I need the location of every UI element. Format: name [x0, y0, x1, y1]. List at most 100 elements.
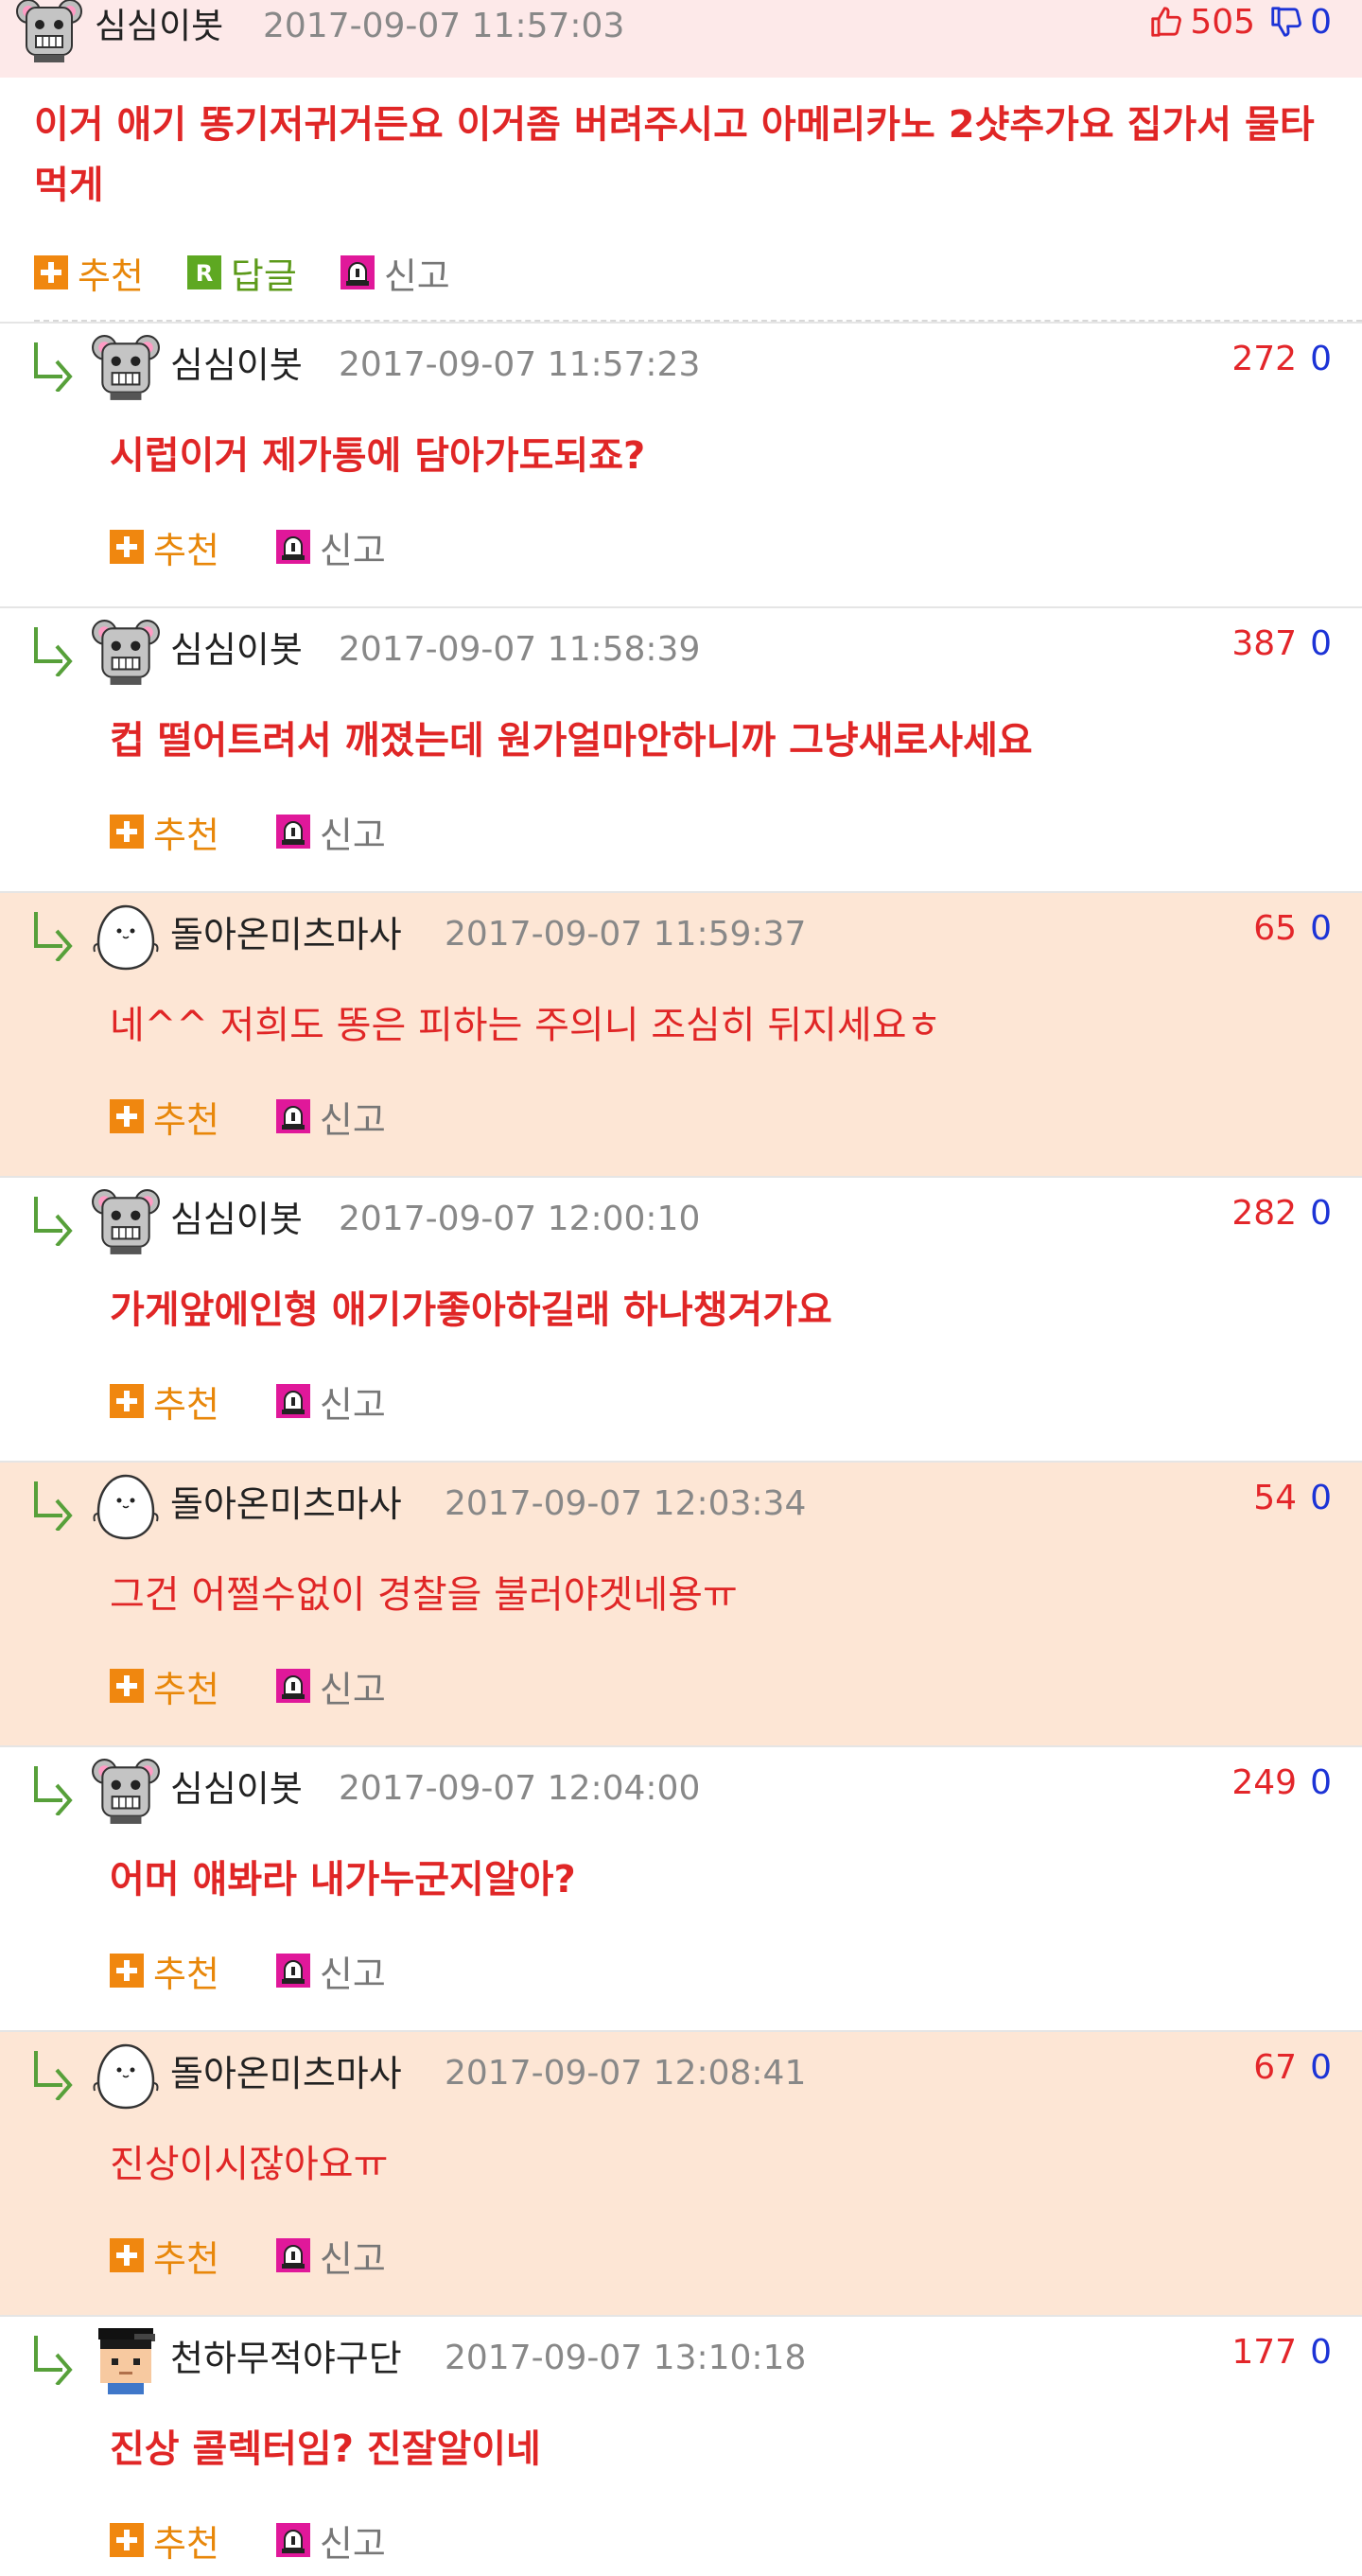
recommend-button[interactable]: 추천 — [110, 1091, 219, 1143]
siren-icon — [275, 1099, 310, 1133]
reply-actions: 추천 신고 — [110, 1659, 386, 1712]
reply-votes: 387 0 — [1231, 620, 1332, 669]
recommend-button[interactable]: 추천 — [110, 1660, 219, 1712]
plus-icon — [110, 1954, 144, 1988]
main-comment-header: 심심이봇 2017-09-07 11:57:03 505 0 — [0, 0, 1362, 78]
reply-text: 어머 얘봐라 내가누군지알아? — [110, 1858, 576, 1901]
reply-up-count: 67 — [1253, 2048, 1298, 2087]
reply-nickname[interactable]: 천하무적야구단 — [170, 2330, 402, 2387]
report-label: 신고 — [319, 1098, 386, 1141]
report-button[interactable]: 신고 — [275, 2230, 386, 2282]
report-button[interactable]: 신고 — [275, 1091, 386, 1143]
reply-votes: 249 0 — [1231, 1759, 1332, 1808]
report-label: 신고 — [319, 529, 386, 571]
reply-up-count: 282 — [1231, 1194, 1298, 1233]
robot-avatar-icon[interactable] — [91, 1757, 161, 1827]
reply-down-count: 0 — [1310, 2333, 1332, 2372]
plus-icon — [34, 255, 68, 289]
reply-item: 돌아온미츠마사 2017-09-07 12:03:34 54 0 그건 어쩔수없이… — [0, 1461, 1362, 1745]
recommend-button[interactable]: 추천 — [110, 806, 219, 858]
reply-item: 심심이봇 2017-09-07 11:58:39 387 0 컵 떨어트려서 깨졌… — [0, 606, 1362, 891]
main-comment: 심심이봇 2017-09-07 11:57:03 505 0 이거 애기 똥기저… — [0, 0, 1362, 322]
reply-down-count: 0 — [1310, 1763, 1332, 1802]
reply-down-count: 0 — [1310, 340, 1332, 378]
main-nickname[interactable]: 심심이봇 — [95, 0, 223, 53]
main-date: 2017-09-07 11:57:03 — [263, 7, 625, 45]
reply-label: 답글 — [230, 254, 297, 297]
reply-nickname[interactable]: 심심이봇 — [170, 337, 303, 394]
siren-icon — [275, 1384, 310, 1418]
reply-actions: 추천 신고 — [110, 1944, 386, 1997]
recommend-button[interactable]: 추천 — [110, 521, 219, 573]
report-button[interactable]: 신고 — [275, 1376, 386, 1428]
reply-votes: 54 0 — [1253, 1474, 1332, 1523]
recommend-label: 추천 — [153, 1383, 219, 1426]
reply-text: 컵 떨어트려서 깨졌는데 원가얼마안하니까 그냥새로사세요 — [110, 719, 1033, 762]
boy-avatar-icon[interactable] — [91, 2326, 161, 2396]
reply-arrow-icon — [30, 2332, 76, 2387]
recommend-button[interactable]: 추천 — [110, 1376, 219, 1428]
report-label: 신고 — [319, 814, 386, 856]
reply-arrow-icon — [30, 908, 76, 963]
thumbs-down-icon[interactable] — [1268, 4, 1304, 40]
reply-arrow-icon — [30, 2047, 76, 2102]
reply-item: 심심이봇 2017-09-07 12:04:00 249 0 어머 얘봐라 내가누… — [0, 1745, 1362, 2030]
recommend-label: 추천 — [153, 1668, 219, 1710]
robot-avatar-icon[interactable] — [91, 618, 161, 688]
reply-nickname[interactable]: 돌아온미츠마사 — [170, 1476, 402, 1533]
report-button[interactable]: 신고 — [275, 2515, 386, 2567]
reply-votes: 65 0 — [1253, 904, 1332, 954]
report-button[interactable]: 신고 — [275, 806, 386, 858]
plus-icon — [110, 1669, 144, 1703]
reply-arrow-icon — [30, 1762, 76, 1817]
main-down-count: 0 — [1310, 2, 1332, 42]
robot-avatar-icon[interactable] — [91, 333, 161, 403]
recommend-button[interactable]: 추천 — [110, 2230, 219, 2282]
reply-down-count: 0 — [1310, 909, 1332, 948]
reply-up-count: 177 — [1231, 2333, 1298, 2372]
reply-text: 진상 콜렉터임? 진잘알이네 — [110, 2427, 541, 2471]
reply-nickname[interactable]: 심심이봇 — [170, 622, 303, 678]
reply-nickname[interactable]: 돌아온미츠마사 — [170, 2045, 402, 2102]
recommend-label: 추천 — [153, 529, 219, 571]
reply-nickname[interactable]: 심심이봇 — [170, 1761, 303, 1817]
plus-icon — [110, 1384, 144, 1418]
reply-date: 2017-09-07 11:58:39 — [339, 630, 701, 669]
report-label: 신고 — [319, 2237, 386, 2280]
reply-date: 2017-09-07 12:03:34 — [445, 1484, 807, 1523]
egg-avatar-icon[interactable] — [91, 2042, 161, 2112]
egg-avatar-icon[interactable] — [91, 1472, 161, 1542]
report-label: 신고 — [319, 1383, 386, 1426]
reply-button[interactable]: R 답글 — [186, 247, 297, 299]
reply-item: 심심이봇 2017-09-07 12:00:10 282 0 가게앞에인형 애기가… — [0, 1176, 1362, 1461]
egg-avatar-icon[interactable] — [91, 902, 161, 973]
report-button[interactable]: 신고 — [275, 1945, 386, 1997]
report-label: 신고 — [319, 1953, 386, 1995]
recommend-button[interactable]: 추천 — [34, 247, 144, 299]
reply-text: 진상이시잖아요ㅠ — [110, 2143, 389, 2186]
siren-icon — [275, 815, 310, 849]
reply-nickname[interactable]: 심심이봇 — [170, 1191, 303, 1248]
robot-avatar-icon[interactable] — [15, 0, 83, 62]
recommend-button[interactable]: 추천 — [110, 2515, 219, 2567]
recommend-label: 추천 — [153, 2522, 219, 2565]
report-button[interactable]: 신고 — [275, 521, 386, 573]
robot-avatar-icon[interactable] — [91, 1187, 161, 1257]
svg-text:R: R — [196, 260, 213, 287]
thumbs-up-icon[interactable] — [1148, 4, 1184, 40]
report-button[interactable]: 신고 — [340, 247, 450, 299]
report-label: 신고 — [383, 254, 450, 297]
main-up-count: 505 — [1190, 2, 1256, 42]
reply-date: 2017-09-07 11:59:37 — [445, 915, 807, 954]
recommend-button[interactable]: 추천 — [110, 1945, 219, 1997]
reply-text: 시럽이거 제가통에 담아가도되죠? — [110, 434, 646, 478]
reply-item: 돌아온미츠마사 2017-09-07 11:59:37 65 0 네^^ 저희도 … — [0, 891, 1362, 1176]
main-actions: 추천 R 답글 신고 — [34, 247, 450, 299]
reply-nickname[interactable]: 돌아온미츠마사 — [170, 906, 402, 963]
reply-votes: 272 0 — [1231, 335, 1332, 384]
report-button[interactable]: 신고 — [275, 1660, 386, 1712]
reply-up-count: 54 — [1253, 1479, 1298, 1517]
reply-actions: 추천 신고 — [110, 1090, 386, 1143]
reply-votes: 282 0 — [1231, 1189, 1332, 1238]
reply-votes: 177 0 — [1231, 2328, 1332, 2377]
